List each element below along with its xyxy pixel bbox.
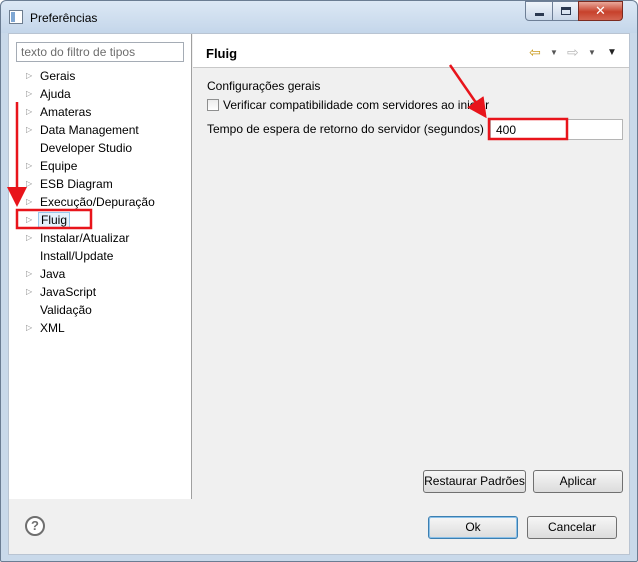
forward-arrow-icon[interactable]: ⇨ [567, 44, 579, 61]
tree-item[interactable]: ▷ JavaScript [9, 283, 191, 301]
minimize-button[interactable] [525, 1, 553, 21]
tree-item-label: Fluig [38, 212, 71, 229]
tree-item-label: Ajuda [40, 87, 71, 101]
window-title: Preferências [30, 11, 98, 25]
help-icon[interactable]: ? [25, 516, 45, 536]
tree-item-label: ESB Diagram [40, 177, 113, 191]
tree-item-label: Execução/Depuração [40, 195, 155, 209]
expand-arrow-icon[interactable]: ▷ [26, 211, 32, 229]
tree-item[interactable]: ▷ Fluig [9, 211, 191, 229]
tree-item-label: Data Management [40, 123, 139, 137]
expand-arrow-icon[interactable]: ▷ [26, 157, 32, 175]
restore-defaults-button[interactable]: Restaurar Padrões [423, 470, 526, 493]
compatibility-checkbox-label: Verificar compatibilidade com servidores… [223, 98, 490, 112]
tree-item-label: JavaScript [40, 285, 97, 299]
close-icon: ✕ [595, 3, 606, 18]
tree-item-label: Gerais [40, 69, 76, 83]
tree-item-label: Install/Update [40, 249, 114, 263]
preference-page: Fluig ⇦ ▼ ⇨ ▼ ▼ Configurações gerais Ver… [193, 34, 629, 499]
apply-button[interactable]: Aplicar [533, 470, 623, 493]
tree-item[interactable]: Developer Studio [9, 139, 191, 157]
dialog-body: ▷ Gerais ▷ Ajuda ▷ Amateras ▷ Data Management De… [8, 33, 630, 555]
tree-item-label: Instalar/Atualizar [40, 231, 130, 245]
expand-arrow-icon[interactable]: ▷ [26, 85, 32, 103]
tree-item-label: Equipe [40, 159, 78, 173]
maximize-icon [561, 7, 571, 15]
expand-arrow-icon[interactable]: ▷ [26, 193, 32, 211]
section-label: Configurações gerais [207, 79, 321, 93]
expand-arrow-icon[interactable]: ▷ [26, 103, 32, 121]
timeout-input[interactable] [490, 119, 623, 140]
preferences-window: Preferências ✕ ▷ Gerais ▷ Ajuda ▷ Amateras ▷ Da… [0, 0, 638, 562]
app-icon [9, 10, 23, 24]
tree-item[interactable]: Install/Update [9, 247, 191, 265]
tree-item-label: XML [40, 321, 65, 335]
tree-item[interactable]: ▷ Data Management [9, 121, 191, 139]
tree-item[interactable]: ▷ XML [9, 319, 191, 337]
tree-item-label: Developer Studio [40, 141, 133, 155]
tree-item-label: Java [40, 267, 66, 281]
view-menu-icon[interactable]: ▼ [607, 47, 617, 58]
ok-button[interactable]: Ok [428, 516, 518, 539]
cancel-button[interactable]: Cancelar [527, 516, 617, 539]
tree-item[interactable]: ▷ ESB Diagram [9, 175, 191, 193]
expand-arrow-icon[interactable]: ▷ [26, 67, 32, 85]
close-button[interactable]: ✕ [578, 1, 623, 21]
title-bar[interactable]: Preferências ✕ [1, 1, 637, 33]
expand-arrow-icon[interactable]: ▷ [26, 319, 32, 337]
back-arrow-icon[interactable]: ⇦ [529, 44, 541, 61]
expand-arrow-icon[interactable]: ▷ [26, 283, 32, 301]
tree-item[interactable]: ▷ Instalar/Atualizar [9, 229, 191, 247]
tree-item[interactable]: ▷ Gerais [9, 67, 191, 85]
expand-arrow-icon[interactable]: ▷ [26, 229, 32, 247]
tree-item[interactable]: ▷ Equipe [9, 157, 191, 175]
minimize-icon [535, 13, 544, 16]
back-dropdown-icon[interactable]: ▼ [550, 48, 558, 57]
page-title: Fluig [206, 46, 238, 61]
tree-item[interactable]: ▷ Ajuda [9, 85, 191, 103]
expand-arrow-icon[interactable]: ▷ [26, 265, 32, 283]
tree-item[interactable]: Validação [9, 301, 191, 319]
tree-item[interactable]: ▷ Execução/Depuração [9, 193, 191, 211]
preferences-tree-pane: ▷ Gerais ▷ Ajuda ▷ Amateras ▷ Data Management De… [9, 34, 192, 499]
expand-arrow-icon[interactable]: ▷ [26, 175, 32, 193]
expand-arrow-icon[interactable]: ▷ [26, 121, 32, 139]
preferences-tree: ▷ Gerais ▷ Ajuda ▷ Amateras ▷ Data Management De… [9, 67, 191, 337]
page-header: Fluig ⇦ ▼ ⇨ ▼ ▼ [193, 34, 629, 68]
tree-item[interactable]: ▷ Amateras [9, 103, 191, 121]
tree-item-label: Validação [40, 303, 92, 317]
timeout-label: Tempo de espera de retorno do servidor (… [207, 122, 484, 136]
filter-input[interactable] [16, 42, 184, 62]
tree-item-label: Amateras [40, 105, 92, 119]
maximize-button[interactable] [552, 1, 579, 21]
forward-dropdown-icon[interactable]: ▼ [588, 48, 596, 57]
tree-item[interactable]: ▷ Java [9, 265, 191, 283]
compatibility-checkbox[interactable] [207, 99, 219, 111]
